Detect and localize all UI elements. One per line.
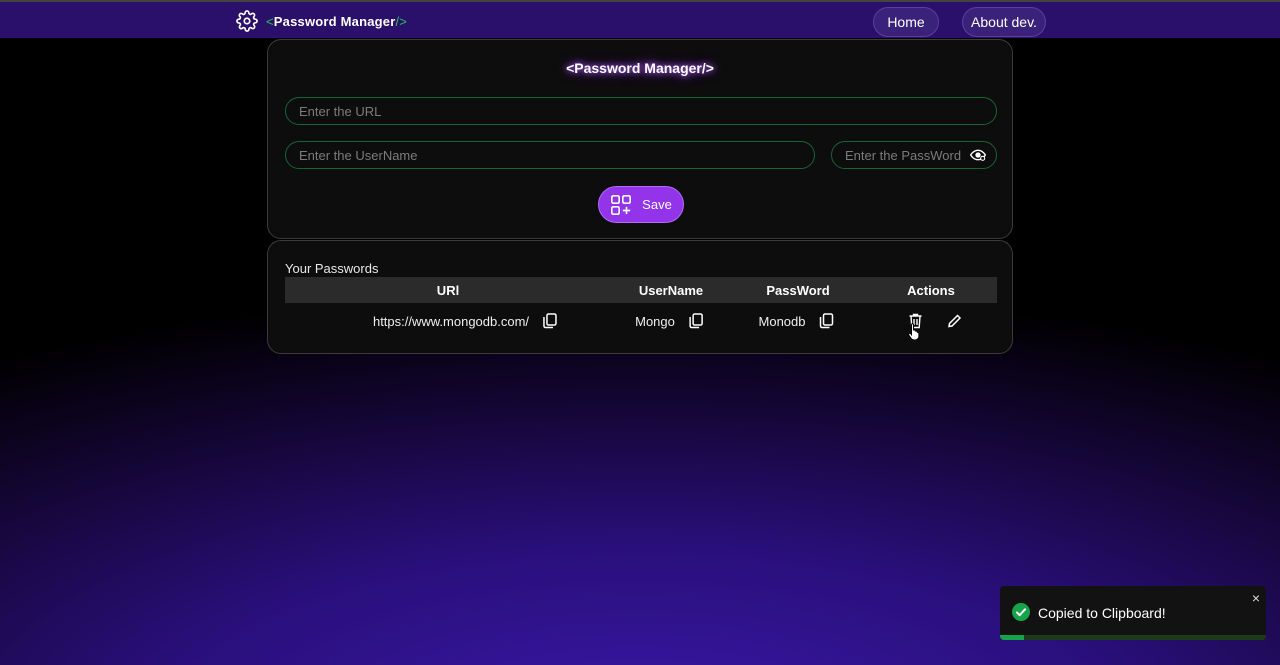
row-url-text: https://www.mongodb.com/ (372, 313, 530, 329)
toast-progress-track (1000, 635, 1266, 640)
passwords-title: Your Passwords (285, 261, 379, 276)
brand-name: <Password Manager/> (266, 14, 407, 29)
toast-close-button[interactable]: × (1252, 590, 1260, 606)
row-username-text: Mongo (635, 313, 675, 329)
url-field[interactable] (285, 97, 997, 125)
toast-progress-bar (1000, 635, 1024, 640)
header-actions: Actions (907, 283, 955, 298)
form-title: <Password Manager/> (566, 60, 714, 76)
toast-notification: Copied to Clipboard! × (1000, 586, 1266, 640)
nav-about-button[interactable]: About dev. (962, 7, 1046, 37)
cell-url: https://www.mongodb.com/ (373, 313, 557, 329)
brand-text: Password Manager (273, 13, 396, 29)
password-input[interactable] (832, 141, 977, 169)
passwords-card: Your Passwords URl UserName PassWord Act… (267, 240, 1013, 354)
nav-home-button[interactable]: Home (873, 7, 939, 37)
copy-icon[interactable] (819, 313, 834, 329)
check-circle-icon (1012, 603, 1030, 621)
copy-icon[interactable] (689, 313, 703, 329)
table-header: URl UserName PassWord Actions (285, 277, 997, 303)
pencil-icon[interactable] (948, 314, 962, 328)
header-url: URl (436, 283, 460, 298)
add-grid-icon (610, 194, 632, 216)
row-password-text: Monodb (758, 313, 806, 329)
cell-password: Monodb (759, 313, 834, 329)
header-username: UserName (638, 283, 704, 298)
password-form-card: <Password Manager/> Save (267, 39, 1013, 239)
gear-icon (236, 10, 258, 32)
save-button[interactable]: Save (598, 186, 684, 223)
password-field[interactable] (831, 141, 997, 169)
eye-icon[interactable] (970, 148, 986, 162)
navbar: <Password Manager/> Home About dev. (0, 0, 1280, 38)
header-password: PassWord (766, 283, 830, 298)
username-field[interactable] (285, 141, 815, 169)
cell-username: Mongo (635, 313, 703, 329)
toast-message: Copied to Clipboard! (1038, 605, 1166, 621)
username-input[interactable] (286, 141, 814, 169)
brand-close-bracket: /> (395, 13, 408, 29)
copy-icon[interactable] (543, 313, 557, 329)
save-label: Save (642, 197, 672, 212)
brand[interactable]: <Password Manager/> (236, 10, 407, 32)
url-input[interactable] (286, 97, 996, 125)
brand-open-bracket: < (266, 13, 274, 29)
hand-cursor-icon (908, 322, 922, 345)
